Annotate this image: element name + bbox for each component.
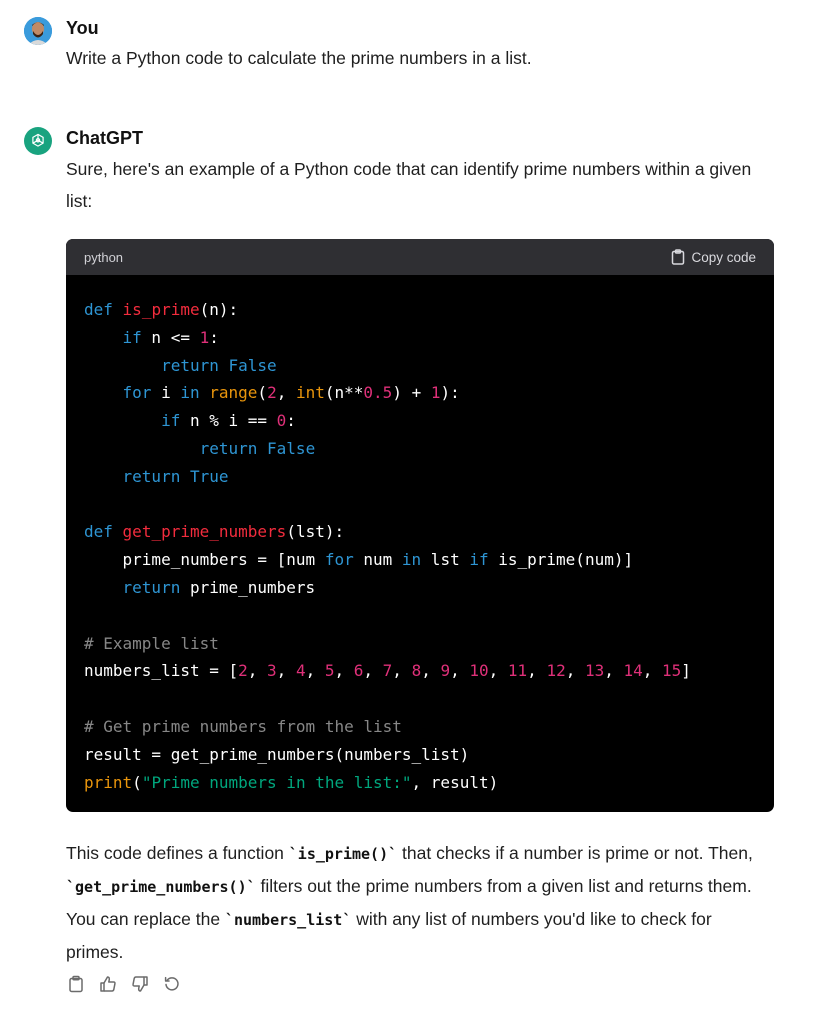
- chatgpt-logo-icon: [24, 127, 52, 155]
- copy-message-button[interactable]: [66, 974, 86, 994]
- thumbs-down-button[interactable]: [130, 974, 150, 994]
- assistant-intro-text: Sure, here's an example of a Python code…: [66, 159, 752, 211]
- assistant-author-name: ChatGPT: [66, 128, 144, 148]
- user-message-text: Write a Python code to calculate the pri…: [66, 48, 532, 68]
- regenerate-icon: [164, 976, 179, 991]
- code-language-label: python: [84, 249, 124, 265]
- assistant-explanation-text: This code defines a function `is_prime()…: [66, 837, 756, 968]
- clipboard-icon: [672, 249, 685, 265]
- code-block-header: python Copy code: [66, 239, 774, 275]
- user-author-name: You: [66, 18, 99, 38]
- clipboard-icon: [69, 975, 83, 993]
- inline-code-is-prime: `is_prime()`: [288, 845, 398, 863]
- code-block: python Copy code def is_prime(n): if n <…: [66, 239, 774, 812]
- copy-code-label: Copy code: [691, 249, 756, 265]
- explanation-text-part: that checks if a number is prime or not.…: [397, 843, 753, 863]
- explanation-text-part: This code defines a function: [66, 843, 289, 863]
- thumbs-up-icon: [100, 976, 116, 992]
- user-avatar: [24, 17, 52, 45]
- inline-code-get-prime-numbers: `get_prime_numbers()`: [66, 878, 256, 896]
- message-actions: [66, 974, 182, 994]
- code-content: def is_prime(n): if n <= 1: return False…: [84, 300, 691, 792]
- thumbs-down-icon: [132, 976, 148, 992]
- copy-code-button[interactable]: Copy code: [671, 249, 756, 265]
- thumbs-up-button[interactable]: [98, 974, 118, 994]
- inline-code-numbers-list: `numbers_list`: [224, 911, 352, 929]
- regenerate-button[interactable]: [162, 974, 182, 994]
